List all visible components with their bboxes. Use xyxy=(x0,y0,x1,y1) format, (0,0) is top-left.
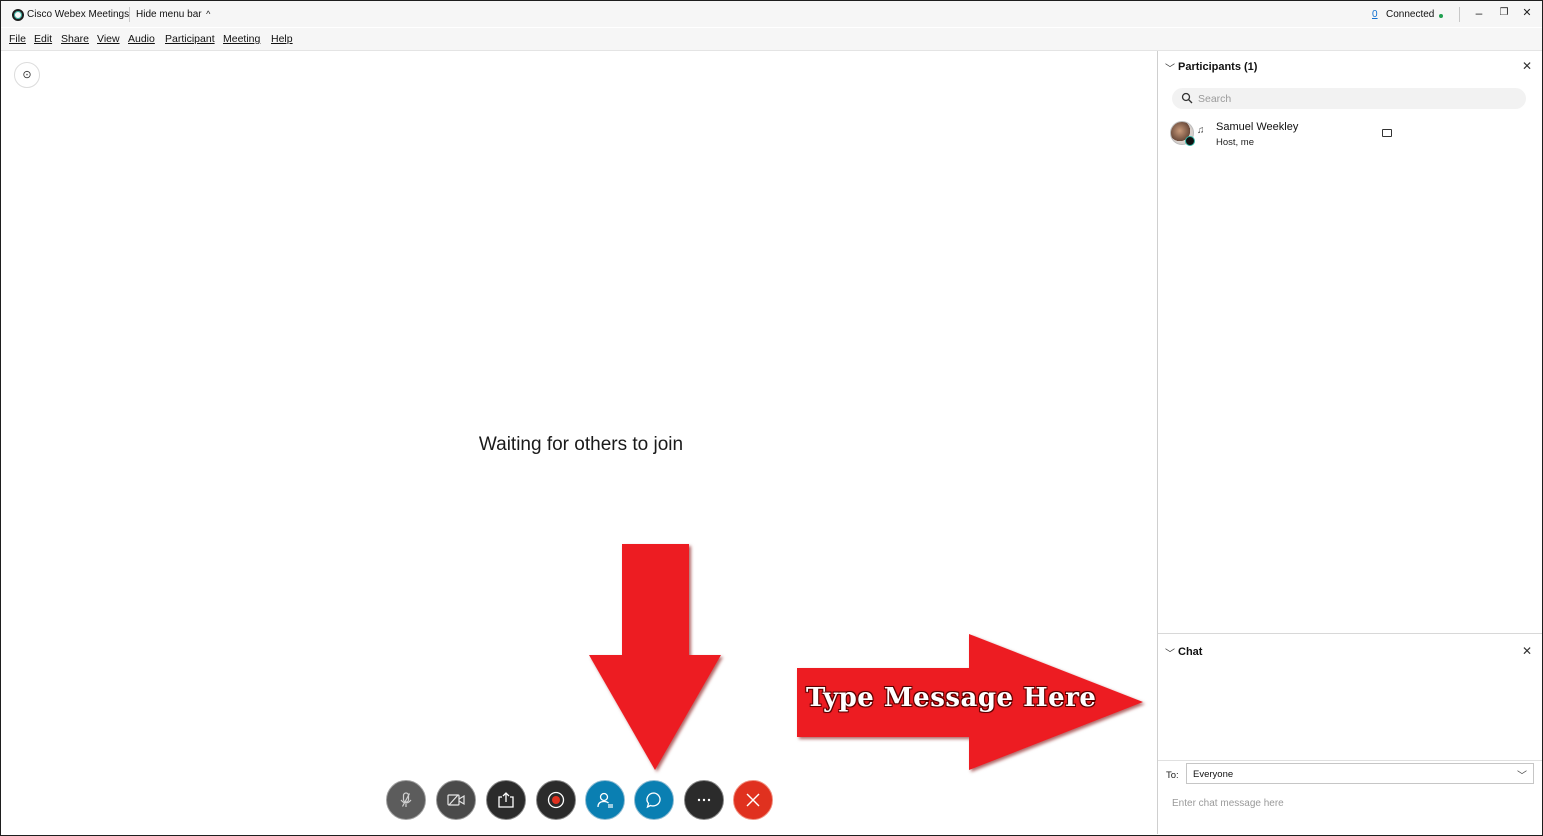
menu-participant-label: Participant xyxy=(165,33,215,45)
chat-icon xyxy=(646,792,661,809)
search-icon xyxy=(1181,92,1193,104)
more-icon xyxy=(697,798,711,802)
hide-menu-bar-label: Hide menu bar xyxy=(136,9,202,20)
webex-status-badge-icon xyxy=(1185,136,1195,146)
menu-share[interactable]: Share xyxy=(61,33,89,45)
menu-view-label: View xyxy=(97,33,120,45)
title-bar: Cisco Webex Meetings Hide menu bar ^ 0 C… xyxy=(1,1,1542,27)
participants-panel-title: Participants (1) xyxy=(1178,61,1258,73)
menu-help[interactable]: Help xyxy=(271,33,293,45)
restore-button[interactable]: ❐ xyxy=(1497,7,1511,18)
chat-to-label: To: xyxy=(1166,770,1179,781)
connection-status-dot-icon xyxy=(1439,14,1443,18)
menu-file[interactable]: File xyxy=(9,33,26,45)
waiting-message: Waiting for others to join xyxy=(478,434,684,455)
participant-name: Samuel Weekley xyxy=(1216,121,1299,133)
menu-audio-label: Audio xyxy=(128,33,155,45)
participant-search-input[interactable]: Search xyxy=(1172,88,1526,109)
record-button[interactable] xyxy=(536,780,576,820)
chat-button[interactable] xyxy=(634,780,674,820)
headset-icon: ♫ xyxy=(1197,125,1205,136)
minimize-button[interactable]: – xyxy=(1472,6,1486,20)
chevron-up-icon: ^ xyxy=(203,9,211,19)
menu-meeting[interactable]: Meeting xyxy=(223,33,260,45)
chat-panel-header[interactable]: ﹀ Chat ✕ xyxy=(1158,636,1542,666)
chat-message-input[interactable]: Enter chat message here xyxy=(1172,798,1284,809)
leave-meeting-button[interactable] xyxy=(733,780,773,820)
connection-info-icon[interactable]: 0 xyxy=(1372,9,1378,20)
menu-audio[interactable]: Audio xyxy=(128,33,155,45)
chevron-down-icon[interactable]: ﹀ xyxy=(1165,60,1175,75)
meeting-stage: ⊙ Waiting for others to join xyxy=(1,51,1156,834)
video-button[interactable] xyxy=(436,780,476,820)
leave-icon xyxy=(746,793,760,807)
hide-menu-bar-button[interactable]: Hide menu bar ^ xyxy=(136,9,210,20)
title-divider xyxy=(129,7,130,22)
camera-off-icon xyxy=(447,794,465,806)
menu-share-label: Share xyxy=(61,33,90,45)
layout-toggle-icon: ⊙ xyxy=(22,69,32,81)
chat-recipient-value: Everyone xyxy=(1193,769,1234,780)
close-window-button[interactable]: ✕ xyxy=(1520,6,1534,19)
panel-divider xyxy=(1158,633,1542,634)
menu-bar: File Edit Share View Audio Participant M… xyxy=(1,28,1542,51)
close-participants-button[interactable]: ✕ xyxy=(1522,59,1532,73)
participants-panel-header[interactable]: ﹀ Participants (1) ✕ xyxy=(1158,51,1542,81)
side-panel: ﹀ Participants (1) ✕ Search ♫ Samuel Wee… xyxy=(1157,51,1542,834)
annotation-text: Type Message Here xyxy=(806,683,1097,713)
window-controls-divider xyxy=(1459,7,1460,22)
menu-help-label: Help xyxy=(271,33,293,45)
share-button[interactable] xyxy=(486,780,526,820)
search-placeholder: Search xyxy=(1198,93,1232,105)
app-title: Cisco Webex Meetings xyxy=(27,9,130,20)
menu-file-label: File xyxy=(9,33,26,45)
closed-caption-icon xyxy=(1382,129,1392,137)
participant-role: Host, me xyxy=(1216,137,1255,148)
menu-view[interactable]: View xyxy=(97,33,120,45)
participant-row[interactable]: ♫ Samuel Weekley Host, me xyxy=(1158,117,1542,151)
mute-button[interactable] xyxy=(386,780,426,820)
more-options-button[interactable] xyxy=(684,780,724,820)
microphone-off-icon xyxy=(400,792,412,807)
chat-recipient-select[interactable]: Everyone ﹀ xyxy=(1186,763,1534,784)
stage-layout-button[interactable]: ⊙ xyxy=(14,62,40,88)
menu-edit-label: Edit xyxy=(34,33,53,45)
connection-status: Connected xyxy=(1386,9,1435,20)
share-icon xyxy=(498,792,514,808)
participants-button[interactable] xyxy=(585,780,625,820)
chat-panel-title: Chat xyxy=(1178,646,1203,658)
webex-logo-icon xyxy=(12,9,24,21)
menu-meeting-label: Meeting xyxy=(223,33,261,45)
chevron-down-icon: ﹀ xyxy=(1517,771,1527,782)
close-chat-button[interactable]: ✕ xyxy=(1522,644,1532,658)
menu-participant[interactable]: Participant xyxy=(165,33,215,45)
participants-icon xyxy=(597,792,613,808)
menu-edit[interactable]: Edit xyxy=(34,33,52,45)
chevron-down-icon[interactable]: ﹀ xyxy=(1165,645,1175,660)
chat-history-divider xyxy=(1158,760,1542,761)
record-icon xyxy=(547,791,565,809)
